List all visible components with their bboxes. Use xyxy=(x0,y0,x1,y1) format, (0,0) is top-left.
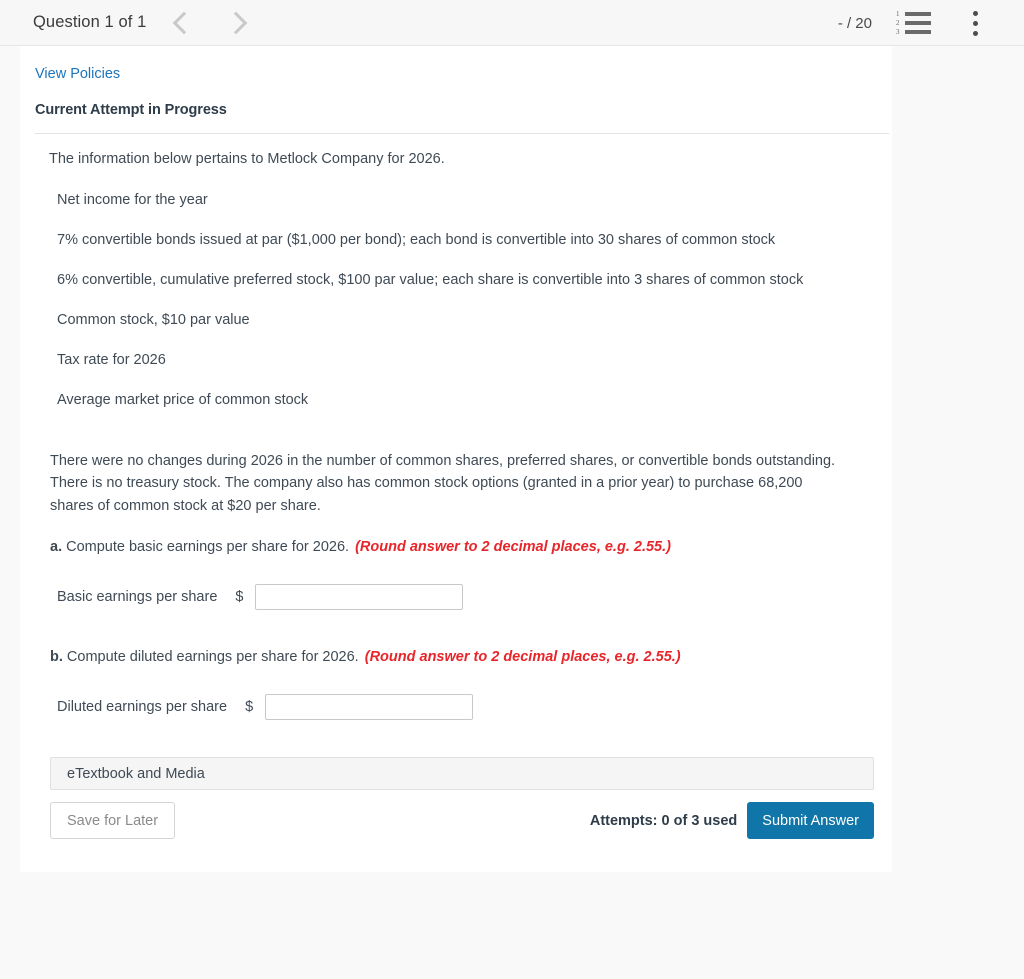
basic-eps-label: Basic earnings per share xyxy=(57,589,218,605)
kebab-menu-icon[interactable] xyxy=(973,10,978,36)
diluted-eps-currency-symbol: $ xyxy=(245,699,254,715)
part-b-text: Compute diluted earnings per share for 2… xyxy=(62,649,363,665)
question-intro-text: The information below pertains to Metloc… xyxy=(49,151,445,167)
basic-eps-input[interactable] xyxy=(255,584,464,610)
question-part-b: b. Compute diluted earnings per share fo… xyxy=(35,610,889,665)
save-for-later-button[interactable]: Save for Later xyxy=(50,802,176,839)
question-notes-paragraph: There were no changes during 2026 in the… xyxy=(50,452,836,514)
list-number-1: 1 xyxy=(896,10,900,18)
view-policies-link[interactable]: View Policies xyxy=(20,46,120,82)
question-part-a: a. Compute basic earnings per share for … xyxy=(35,517,889,555)
question-counter: Question 1 of 1 xyxy=(33,13,147,31)
diluted-eps-input[interactable] xyxy=(265,694,474,720)
part-a-rounding-hint: (Round answer to 2 decimal places, e.g. … xyxy=(355,539,671,555)
question-card: View Policies Current Attempt in Progres… xyxy=(20,46,892,872)
chevron-right-icon[interactable] xyxy=(225,11,248,34)
fact-item: 7% convertible bonds issued at par ($1,0… xyxy=(57,231,776,248)
part-b-rounding-hint: (Round answer to 2 decimal places, e.g. … xyxy=(364,649,681,665)
etextbook-and-media-bar[interactable]: eTextbook and Media xyxy=(50,757,874,790)
kebab-dot-1 xyxy=(973,10,978,16)
kebab-dot-2 xyxy=(973,20,978,26)
basic-eps-currency-symbol: $ xyxy=(235,589,244,605)
list-bar-1 xyxy=(905,12,931,16)
chevron-left-icon[interactable] xyxy=(173,11,196,34)
score-display: - / 20 xyxy=(837,14,872,32)
list-bar-3 xyxy=(905,30,931,34)
question-navigation xyxy=(173,11,248,34)
fact-item: Tax rate for 2026 xyxy=(57,352,166,369)
numbered-list-icon[interactable]: 1 2 3 xyxy=(896,10,931,36)
basic-eps-answer-row: Basic earnings per share $ xyxy=(35,584,889,610)
fact-item: Average market price of common stock xyxy=(57,392,309,409)
question-toolbar: Question 1 of 1 - / 20 1 2 3 xyxy=(0,0,1024,46)
list-number-3: 3 xyxy=(896,28,900,36)
list-bar-2 xyxy=(905,21,931,25)
attempts-counter: Attempts: 0 of 3 used xyxy=(589,812,738,829)
diluted-eps-answer-row: Diluted earnings per share $ xyxy=(35,694,889,720)
attempt-status-heading: Current Attempt in Progress xyxy=(35,102,227,118)
kebab-dot-3 xyxy=(973,30,978,36)
diluted-eps-label: Diluted earnings per share xyxy=(57,699,228,715)
facts-list: Net income for the year 7% convertible b… xyxy=(35,191,889,410)
submit-answer-button[interactable]: Submit Answer xyxy=(747,802,874,839)
fact-item: Net income for the year xyxy=(57,191,208,208)
part-b-letter: b. xyxy=(50,649,63,665)
fact-item: Common stock, $10 par value xyxy=(57,312,250,329)
fact-item: 6% convertible, cumulative preferred sto… xyxy=(57,272,804,289)
footer-right-group: Attempts: 0 of 3 used Submit Answer xyxy=(590,802,874,839)
part-a-text: Compute basic earnings per share for 202… xyxy=(62,539,354,555)
list-number-2: 2 xyxy=(896,19,900,27)
toolbar-right-group: - / 20 1 2 3 xyxy=(838,0,1024,46)
part-a-letter: a. xyxy=(50,539,63,555)
question-footer: Save for Later Attempts: 0 of 3 used Sub… xyxy=(50,802,874,861)
question-body: The information below pertains to Metloc… xyxy=(35,133,889,861)
